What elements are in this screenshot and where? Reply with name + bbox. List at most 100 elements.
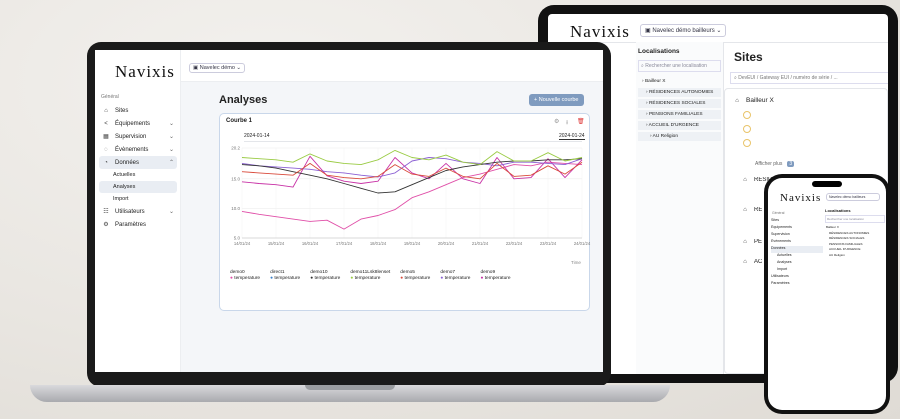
sidebar-section-label: Général (101, 94, 119, 100)
sidebar-item-sites[interactable]: ⌂ Sites (99, 104, 177, 117)
y-tick-label: 15.0 (231, 176, 240, 181)
legend-item[interactable]: demo0 ● temperature (230, 270, 260, 282)
bell-icon: ◌ (104, 146, 108, 153)
location-tree-item[interactable]: › AU Religion (638, 132, 721, 141)
chevron-down-icon: ⌄ (168, 134, 174, 140)
show-more-count: 3 (787, 161, 795, 167)
date-end[interactable]: 2024-01-24 (559, 133, 585, 140)
phone-screen: Navixis Navelec démo bailleurs Général S… (768, 178, 886, 410)
status-dot-icon (743, 111, 751, 119)
new-curve-button[interactable]: + Nouvelle courbe (529, 94, 584, 106)
settings-icon[interactable]: ⚙ (554, 118, 559, 125)
grid-icon: ▦ (103, 134, 109, 140)
x-tick-label: 19/01/24 (404, 241, 421, 246)
home-icon: ⌂ (743, 177, 747, 183)
sidebar-subitem-analyses[interactable]: Analyses (99, 181, 177, 193)
site-row-pe[interactable]: ⌂ PE (741, 239, 762, 245)
show-more-button[interactable]: Afficher plus 3 (755, 161, 795, 167)
sidebar-item-données[interactable]: ◔ Données ⌃ (99, 156, 177, 169)
sidebar-subitem-actuelles[interactable]: Actuelles (99, 169, 177, 181)
sidebar-item-supervision[interactable]: ▦ Supervision ⌄ (99, 130, 177, 143)
share-icon: < (104, 120, 108, 127)
phone-menu-item[interactable]: Supervision (771, 232, 823, 239)
phone-menu-item[interactable]: Paramètres (771, 281, 823, 288)
phone-menu-item[interactable]: Actuelles (771, 253, 823, 260)
chevron-down-icon: ⌄ (168, 147, 174, 153)
location-tree-item[interactable]: › Bailleur X (638, 77, 721, 86)
temperature-chart: 5.0 10.0 15.0 20.2 14/01/24 15/01/24 16/01/24 1… (231, 146, 591, 247)
org-selector[interactable]: ▣ Navelec démo ⌄ (189, 63, 246, 73)
location-tree-item[interactable]: › RÉSIDENCES SOCIALES (638, 99, 721, 108)
status-dot-icon (743, 125, 751, 133)
x-tick-label: 24/01/24 (574, 241, 591, 246)
legend-item[interactable]: demo5 ● temperature (400, 270, 430, 282)
curve-card: Courbe 1 ⚙ ⭳ 🗑 2024-01-14 2024-01-24 5.0… (219, 113, 591, 311)
phone-logo: Navixis (780, 192, 822, 204)
tablet-locations-panel: Localisations ⌕ Rechercher une localisat… (636, 42, 724, 374)
gear-icon: ⚙ (103, 222, 109, 228)
legend-metric: temperature (484, 276, 511, 281)
legend-metric: temperature (444, 276, 471, 281)
chevron-down-icon: ⌄ (168, 121, 174, 127)
phone-menu-item[interactable]: Analyses (771, 260, 823, 267)
legend-metric: temperature (354, 276, 381, 281)
sites-search-input[interactable]: ⌕ DevEUI / Gateway EUI / numéro de série… (730, 72, 888, 84)
sidebar-item-paramètres[interactable]: ⚙ Paramètres (99, 218, 177, 231)
chart-icon: ◔ (104, 159, 108, 166)
phone-tree-item[interactable]: AU Religion (825, 253, 885, 259)
page-title: Analyses (219, 94, 268, 106)
phone-locations-title: Localisations (825, 208, 851, 213)
x-axis-label: Time (571, 260, 581, 265)
phone-menu-item[interactable]: Import (771, 267, 823, 274)
users-icon: ☷ (103, 209, 109, 215)
legend-item[interactable]: demo11Lsk8lenset ● temperature (350, 270, 390, 282)
phone-menu-item[interactable]: Évènements (771, 239, 823, 246)
x-tick-label: 15/01/24 (268, 241, 285, 246)
legend-item[interactable]: demo7 ● temperature (440, 270, 470, 282)
download-icon[interactable]: ⭳ (566, 118, 568, 128)
laptop-notch (305, 385, 395, 390)
x-tick-label: 14/01/24 (234, 241, 251, 246)
sidebar-item-évènements[interactable]: ◌ Évènements ⌄ (99, 143, 177, 156)
phone-menu-item[interactable]: Sites (771, 218, 823, 225)
sites-title: Sites (734, 50, 763, 64)
x-tick-label: 16/01/24 (302, 241, 319, 246)
y-tick-label: 20.2 (231, 146, 240, 151)
legend-item[interactable]: direct1 ● temperature (270, 270, 300, 282)
location-tree-item[interactable]: › PENSIONS FAMILIALES (638, 110, 721, 119)
legend-metric: temperature (404, 276, 431, 281)
tablet-org-selector[interactable]: ▣ Navelec démo bailleurs ⌄ (640, 24, 727, 37)
legend-item[interactable]: demo10 ● temperature (310, 270, 340, 282)
site-row-ac[interactable]: ⌂ AC (741, 259, 762, 265)
site-row-bailleur[interactable]: ⌂ Bailleur X (733, 97, 774, 104)
main-content: Analyses + Nouvelle courbe Courbe 1 ⚙ ⭳ … (181, 82, 603, 372)
phone-locations-panel: Localisations Rechercher une localisatio… (825, 208, 885, 298)
building-icon: ▣ (193, 65, 200, 71)
sidebar-item-utilisateurs[interactable]: ☷ Utilisateurs ⌄ (99, 205, 177, 218)
location-search-input[interactable]: ⌕ Rechercher une localisation (638, 60, 721, 72)
y-tick-label: 10.0 (231, 206, 240, 211)
legend-metric: temperature (234, 276, 261, 281)
home-icon: ⌂ (743, 259, 747, 265)
phone-menu-item[interactable]: Utilisateurs (771, 274, 823, 281)
status-dot-icon (743, 139, 751, 147)
site-row-re[interactable]: ⌂ RE (741, 207, 762, 213)
sidebar-item-équipements[interactable]: < Équipements ⌄ (99, 117, 177, 130)
date-start[interactable]: 2024-01-14 (244, 133, 270, 139)
delete-icon[interactable]: 🗑 (577, 118, 585, 125)
x-tick-label: 22/01/24 (506, 241, 523, 246)
home-icon: ⌂ (735, 97, 739, 104)
location-tree-item[interactable]: › RÉSIDENCES AUTONOMIES (638, 88, 721, 97)
chevron-down-icon: ⌄ (168, 209, 174, 215)
locations-title: Localisations (638, 48, 680, 55)
phone-org-selector[interactable]: Navelec démo bailleurs (826, 193, 880, 201)
x-tick-label: 21/01/24 (472, 241, 489, 246)
location-tree-item[interactable]: › ACCUEIL D'URGENCE (638, 121, 721, 130)
phone-location-search[interactable]: Rechercher une localisation (825, 215, 885, 223)
phone-menu-item[interactable]: Données (771, 246, 823, 253)
legend-item[interactable]: demo9 ● temperature (480, 270, 510, 282)
phone-menu-item[interactable]: Équipements (771, 225, 823, 232)
sidebar-subitem-import[interactable]: Import (99, 193, 177, 205)
y-tick-label: 5.0 (234, 236, 241, 241)
top-bar: ▣ Navelec démo ⌄ (181, 50, 603, 82)
